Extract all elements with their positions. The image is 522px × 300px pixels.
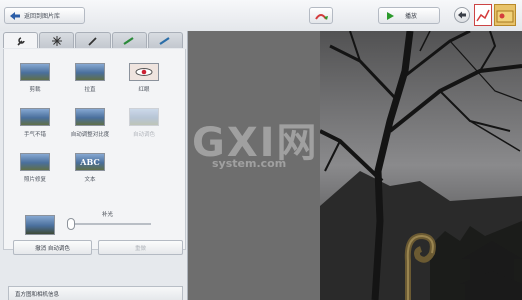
play-label: 播放 bbox=[405, 13, 418, 20]
chart-icon bbox=[476, 9, 490, 22]
folder-icon bbox=[496, 10, 514, 23]
tab-basic-fixes[interactable] bbox=[3, 32, 39, 48]
previous-photo-button[interactable] bbox=[454, 7, 470, 23]
play-icon bbox=[387, 11, 394, 20]
slideshow-play-button[interactable]: 播放 bbox=[378, 7, 440, 24]
canvas-background bbox=[188, 31, 320, 300]
tool-auto-color: 自动调色 bbox=[118, 108, 170, 138]
straighten-icon bbox=[75, 63, 105, 81]
tool-label: 拉直 bbox=[84, 87, 96, 93]
tool-crop[interactable]: 剪裁 bbox=[9, 63, 61, 93]
tool-feeling-lucky[interactable]: 手气不错 bbox=[9, 108, 61, 138]
paint-brush-blue-icon bbox=[159, 36, 171, 45]
fill-light-slider-thumb[interactable] bbox=[67, 218, 75, 230]
rotate-icon bbox=[315, 13, 328, 20]
edit-tabs bbox=[3, 31, 184, 49]
tab-tuning[interactable] bbox=[39, 32, 75, 48]
tool-auto-contrast[interactable]: 自动调整对比度 bbox=[64, 108, 116, 138]
edit-panel: 剪裁 拉直 红眼 手气不错 自动调整对比度 自动调色 照片修复 ABC 文本 补… bbox=[0, 31, 188, 300]
tab-extra-effects[interactable] bbox=[147, 32, 184, 48]
fill-light-icon bbox=[25, 215, 55, 235]
crop-icon bbox=[20, 63, 50, 81]
photo-thumbnail[interactable] bbox=[474, 4, 492, 26]
redeye-icon bbox=[129, 63, 159, 81]
text-tool-glyph: ABC bbox=[80, 157, 100, 167]
feeling-lucky-icon bbox=[20, 108, 50, 126]
retouch-icon bbox=[20, 153, 50, 171]
fill-light-slider-track[interactable] bbox=[71, 223, 151, 225]
rotate-button[interactable] bbox=[309, 7, 333, 24]
tool-label: 自动调色 bbox=[132, 132, 155, 138]
tool-label: 手气不错 bbox=[23, 132, 46, 138]
auto-contrast-icon bbox=[75, 108, 105, 126]
paint-brush-icon bbox=[123, 36, 134, 45]
tool-label: 文本 bbox=[84, 177, 96, 183]
photo-preview[interactable] bbox=[320, 31, 522, 300]
tool-retouch[interactable]: 照片修复 bbox=[9, 153, 61, 183]
brush-icon bbox=[88, 36, 97, 46]
undo-button[interactable]: 撤消 自动调色 bbox=[13, 240, 92, 255]
text-icon: ABC bbox=[75, 153, 105, 171]
top-toolbar: 返回到图片库 播放 bbox=[0, 0, 522, 32]
back-label: 返回到图片库 bbox=[24, 13, 61, 20]
tool-label: 剪裁 bbox=[29, 87, 41, 93]
fill-light-label: 补光 bbox=[102, 212, 114, 218]
folder-thumbnail[interactable] bbox=[494, 4, 516, 26]
tool-label: 红眼 bbox=[138, 87, 150, 93]
sparkle-icon bbox=[51, 35, 62, 46]
tool-text[interactable]: ABC 文本 bbox=[64, 153, 116, 183]
back-arrow-icon bbox=[10, 11, 20, 20]
tool-redeye[interactable]: 红眼 bbox=[118, 63, 170, 93]
auto-color-icon bbox=[129, 108, 159, 126]
basic-fixes-tools: 剪裁 拉直 红眼 手气不错 自动调整对比度 自动调色 照片修复 ABC 文本 补… bbox=[3, 49, 186, 255]
redo-button: 重做 bbox=[98, 240, 183, 255]
tab-more-effects[interactable] bbox=[111, 32, 147, 48]
tool-straighten[interactable]: 拉直 bbox=[64, 63, 116, 93]
back-to-library-button[interactable]: 返回到图片库 bbox=[4, 7, 85, 24]
tool-label: 照片修复 bbox=[23, 177, 46, 183]
photo-image bbox=[320, 31, 522, 300]
histogram-header[interactable]: 直方图和相机信息 bbox=[8, 286, 183, 300]
wrench-icon bbox=[17, 36, 25, 46]
tab-effects[interactable] bbox=[75, 32, 111, 48]
left-arrow-icon bbox=[458, 11, 466, 19]
tool-label: 自动调整对比度 bbox=[70, 132, 110, 138]
